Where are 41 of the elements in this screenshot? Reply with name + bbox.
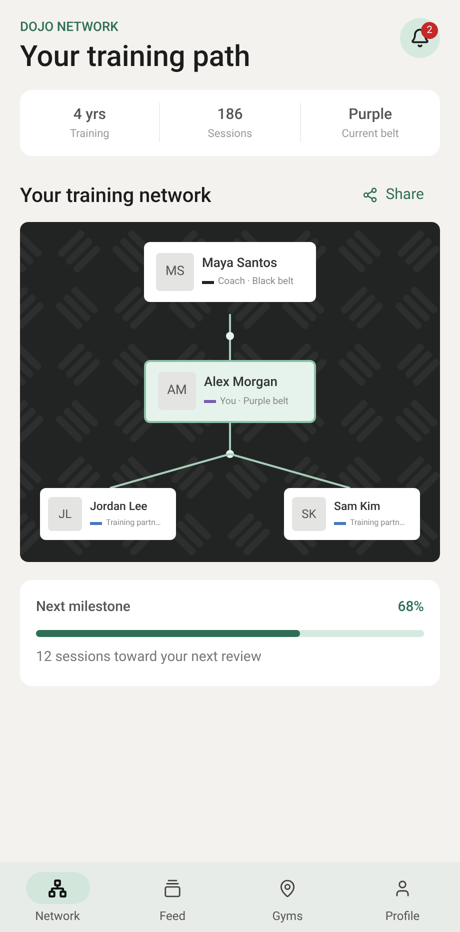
connector-line (226, 314, 234, 360)
nav-tab[interactable]: Gyms (230, 872, 345, 925)
avatar: AM (158, 372, 196, 410)
nav-tab[interactable]: Profile (345, 872, 460, 925)
notifications-button[interactable]: 2 (400, 18, 440, 58)
person-role: Training partn… (106, 517, 161, 530)
milestone-title: Next milestone (36, 598, 130, 616)
stat-value: Purple (348, 104, 392, 125)
person-role: Coach · Black belt (218, 275, 294, 290)
stat-value: 186 (217, 104, 243, 125)
avatar: JL (48, 496, 82, 530)
person-name: Alex Morgan (204, 374, 278, 392)
avatar: MS (156, 252, 194, 290)
person-icon (393, 878, 412, 898)
person-card[interactable]: SK Sam Kim Training partn… (284, 488, 420, 540)
nav-tab[interactable]: Network (0, 872, 115, 925)
person-role: You · Purple belt (220, 394, 289, 409)
person-name: Sam Kim (334, 498, 382, 515)
person-name: Jordan Lee (90, 498, 148, 515)
milestone-caption: 12 sessions toward your next review (36, 648, 262, 666)
page-title: Your training path (20, 38, 250, 76)
person-name: Maya Santos (202, 254, 278, 273)
person-card[interactable]: AM Alex Morgan You · Purple belt (144, 360, 316, 422)
person-role: Training partn… (350, 517, 405, 530)
stat-label: Current belt (342, 126, 399, 142)
avatar: SK (292, 496, 326, 530)
location-pin-icon (278, 878, 297, 898)
nav-tab[interactable]: Feed (115, 872, 230, 925)
stat-label: Training (70, 126, 110, 142)
network-icon (48, 878, 67, 898)
notification-badge: 2 (421, 22, 438, 39)
stat-label: Sessions (208, 126, 252, 142)
person-card[interactable]: MS Maya Santos Coach · Black belt (144, 242, 316, 302)
milestone-percent: 68% (398, 598, 424, 616)
feed-icon (163, 878, 182, 898)
section-title: Your training network (20, 182, 212, 208)
app-eyebrow: DOJO NETWORK (20, 19, 120, 37)
person-card[interactable]: JL Jordan Lee Training partn… (40, 488, 176, 540)
share-icon (362, 186, 378, 202)
stat-value: 4 yrs (73, 104, 106, 125)
share-button[interactable]: Share (362, 183, 440, 206)
